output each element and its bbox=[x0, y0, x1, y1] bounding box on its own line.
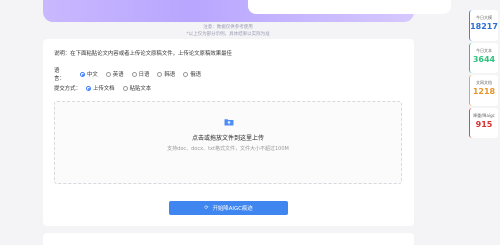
stat-label: 今日大模 bbox=[476, 15, 492, 20]
stat-card-reduce: 降重/降aigc 915 bbox=[469, 108, 498, 138]
stat-value: 1218 bbox=[472, 87, 496, 96]
method-label: 提交方式： bbox=[54, 86, 81, 92]
language-option-ru[interactable]: 俄语 bbox=[183, 70, 201, 78]
stat-value: 18217 bbox=[470, 22, 498, 31]
stat-label: 文网文档 bbox=[476, 80, 492, 85]
disclaimer-text: *以上仅为部分示例，具体结果以实际为准 bbox=[186, 32, 270, 37]
stat-card-docs: 文网文档 1218 bbox=[469, 75, 498, 106]
language-option-en[interactable]: 英语 bbox=[105, 70, 124, 78]
instruction-text: 说明：在下面粘贴论文内容或者上传论文原稿文件，上传论文原稿效果最佳 bbox=[54, 51, 232, 57]
stat-label: 降重/降aigc bbox=[473, 113, 495, 118]
radio-icon bbox=[131, 71, 137, 77]
dropzone-title: 点击或拖放文件到这里上传 bbox=[191, 135, 264, 142]
stat-card-text: 今日文本 3644 bbox=[469, 43, 498, 73]
stat-label: 今日文本 bbox=[476, 48, 492, 53]
method-option-paste[interactable]: 粘贴文本 bbox=[122, 84, 151, 92]
language-option-ko[interactable]: 韩语 bbox=[157, 70, 175, 78]
method-row: 提交方式： 上传文档 粘贴文本 bbox=[54, 84, 159, 92]
submit-card: 说明：在下面粘贴论文内容或者上传论文原稿文件，上传论文原稿效果最佳 语 言： 中… bbox=[43, 39, 414, 226]
radio-icon bbox=[105, 71, 111, 77]
radio-icon bbox=[157, 71, 163, 77]
stat-value: 3644 bbox=[472, 55, 496, 64]
top-banner bbox=[43, 0, 451, 22]
language-option-ja[interactable]: 日语 bbox=[131, 70, 149, 78]
dropzone-subtitle: 支持doc、docx、txt格式文件，文件大小不超过100M bbox=[167, 146, 289, 152]
language-label: 语 言： bbox=[54, 68, 71, 82]
stat-value: 915 bbox=[475, 120, 493, 129]
file-dropzone[interactable]: 点击或拖放文件到这里上传 支持doc、docx、txt格式文件，文件大小不超过1… bbox=[54, 101, 402, 184]
notice-text: 注意：数据仅供参考使用 bbox=[203, 25, 253, 30]
language-row: 语 言： 中文 英语 日语 韩语 俄语 bbox=[54, 66, 209, 82]
start-reduce-aigc-button[interactable]: ⟳ 开始降AIGC痕迹 bbox=[169, 201, 288, 215]
method-option-upload[interactable]: 上传文档 bbox=[86, 84, 115, 92]
stat-card-llm: 今日大模 18217 bbox=[469, 10, 498, 41]
refresh-icon: ⟳ bbox=[204, 205, 209, 211]
radio-icon bbox=[122, 85, 128, 91]
folder-upload-icon bbox=[224, 119, 234, 126]
lower-card bbox=[43, 233, 414, 245]
radio-icon bbox=[183, 71, 189, 77]
radio-checked-icon bbox=[80, 71, 85, 77]
banner-panel bbox=[248, 0, 451, 14]
radio-checked-icon bbox=[86, 85, 91, 91]
language-option-zh[interactable]: 中文 bbox=[80, 70, 98, 78]
